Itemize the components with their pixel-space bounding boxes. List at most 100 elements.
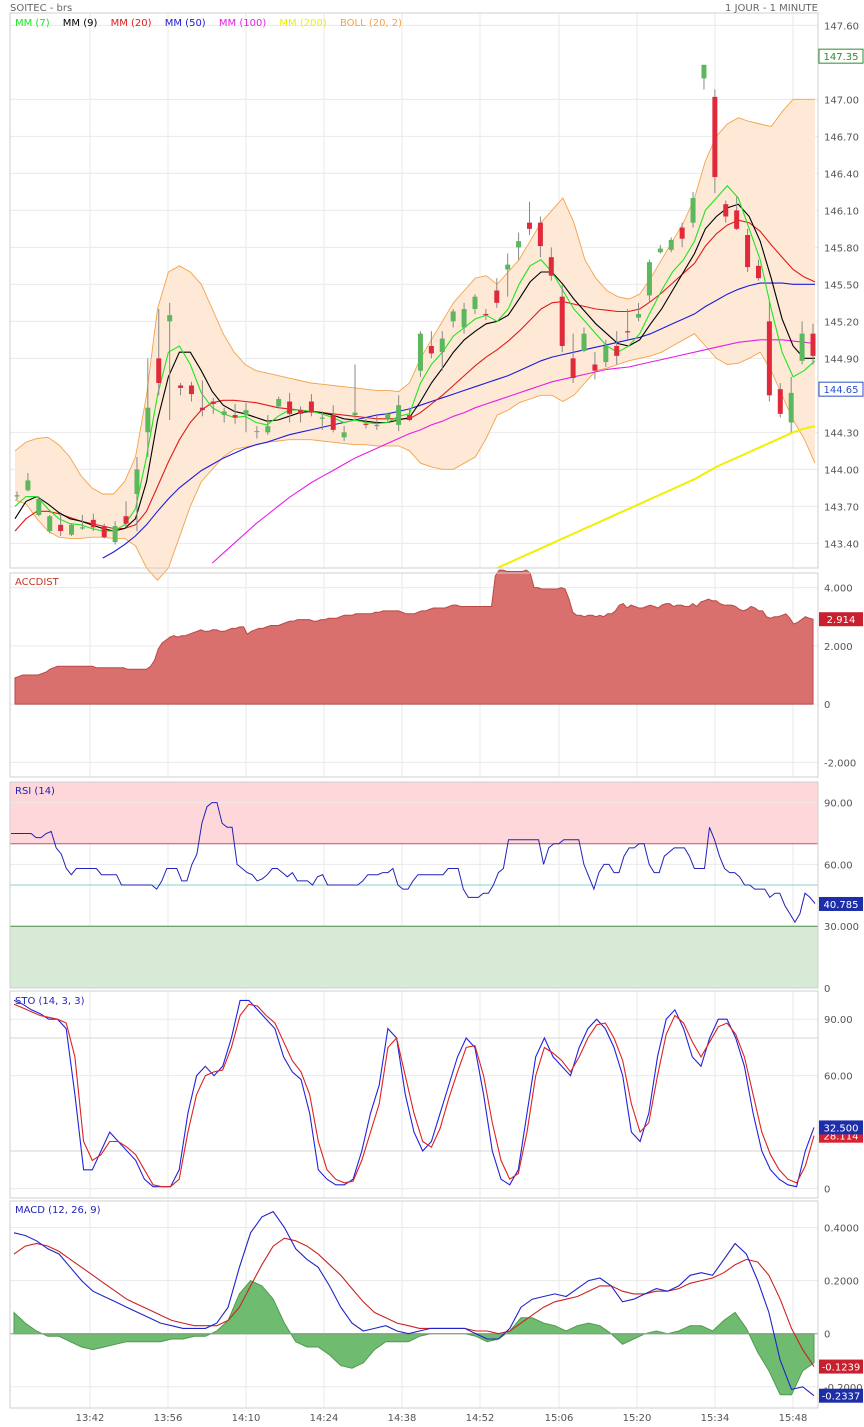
candle-body-24 <box>276 399 282 407</box>
price-axis-tick-label-10: 144.00 <box>824 465 859 476</box>
candle-body-58 <box>646 262 652 296</box>
legend-ma7[interactable]: MM (7) <box>15 18 50 29</box>
price-axis-tick-label-7: 145.20 <box>824 317 859 328</box>
symbol-title: SOITEC - brs <box>10 3 73 14</box>
candle-body-19 <box>221 411 227 416</box>
candle-body-51 <box>570 358 576 379</box>
price-label-1: 144.65 <box>824 385 859 396</box>
sto-axis-tick-label-1: 60.00 <box>824 1072 853 1083</box>
candle-body-0 <box>14 495 20 497</box>
candle-body-67 <box>745 235 751 268</box>
legend-boll[interactable]: BOLL (20, 2) <box>340 18 402 29</box>
rsi-overbought-zone <box>10 782 818 844</box>
candle-body-57 <box>636 313 642 318</box>
x-tick-label-4: 14:38 <box>388 1413 417 1424</box>
macd-histogram-area <box>13 1279 815 1396</box>
candle-body-6 <box>79 527 85 529</box>
accdist-title: ACCDIST <box>15 577 59 588</box>
candle-body-70 <box>777 389 783 414</box>
x-tick-label-2: 14:10 <box>232 1413 261 1424</box>
candle-body-16 <box>188 385 194 395</box>
stock-chart[interactable]: 147.60 147.00 146.70 146.40 146.10 145.80 145.… <box>0 0 864 1427</box>
candle-body-23 <box>265 426 271 433</box>
candle-body-68 <box>755 265 761 279</box>
rsi-last-label: 40.785 <box>824 900 859 911</box>
candle-body-45 <box>505 264 511 270</box>
candle-body-11 <box>134 469 140 494</box>
candle-body-66 <box>734 210 740 229</box>
price-label-0: 147.35 <box>824 52 859 63</box>
candle-body-9 <box>112 526 118 543</box>
price-legend: MM (7) MM (9) MM (20) MM (50) MM (100) M… <box>15 18 402 29</box>
ma200-line <box>496 425 816 569</box>
x-tick-label-6: 15:06 <box>545 1413 574 1424</box>
x-tick-label-9: 15:48 <box>779 1413 808 1424</box>
candle-body-44 <box>494 290 500 303</box>
macd-signal-line <box>13 1237 815 1367</box>
candle-body-53 <box>592 364 598 371</box>
candle-body-38 <box>428 346 434 354</box>
macd-line <box>13 1210 815 1397</box>
candle-body-63 <box>701 64 707 79</box>
candle-body-1 <box>25 480 31 491</box>
legend-ma100[interactable]: MM (100) <box>219 18 266 29</box>
candle-body-72 <box>799 333 805 361</box>
candle-body-47 <box>526 222 532 229</box>
candle-body-22 <box>254 431 260 433</box>
candle-body-18 <box>210 401 216 404</box>
macd-axis-tick-label-1: 0.2000 <box>824 1277 859 1288</box>
candle-body-54 <box>603 346 609 363</box>
candle-body-56 <box>625 331 631 333</box>
candle-body-25 <box>287 401 293 414</box>
candle-body-39 <box>439 338 445 353</box>
candle-body-13 <box>156 358 162 383</box>
candle-body-41 <box>461 309 467 328</box>
candle-body-40 <box>450 311 456 322</box>
legend-ma50[interactable]: MM (50) <box>165 18 206 29</box>
candle-body-64 <box>712 96 718 178</box>
macd-axis-tick-label-2: 0 <box>824 1330 830 1341</box>
rsi-axis-tick-label-2: 30.000 <box>824 922 859 933</box>
candle-body-29 <box>330 415 336 430</box>
candle-body-5 <box>69 524 75 535</box>
candle-body-55 <box>614 346 620 356</box>
candle-body-48 <box>537 222 543 247</box>
price-axis-tick-label-11: 143.70 <box>824 502 859 513</box>
macd-last-label-macd: -0.2337 <box>822 1392 861 1403</box>
price-axis-tick-label-4: 146.10 <box>824 206 859 217</box>
candle-body-62 <box>690 198 696 223</box>
rsi-title: RSI (14) <box>15 786 55 797</box>
candle-body-31 <box>352 412 358 416</box>
legend-ma9[interactable]: MM (9) <box>63 18 98 29</box>
legend-ma20[interactable]: MM (20) <box>111 18 152 29</box>
accdist-last-label: 2.914 <box>827 615 856 626</box>
price-axis-tick-label-0: 147.60 <box>824 21 859 32</box>
x-tick-label-3: 14:24 <box>310 1413 339 1424</box>
rsi-axis-tick-label-1: 60.00 <box>824 860 853 871</box>
candle-body-3 <box>47 516 53 531</box>
macd-axis-tick-label-0: 0.4000 <box>824 1224 859 1235</box>
candle-body-27 <box>308 401 314 413</box>
candle-body-21 <box>243 410 249 416</box>
macd-panel-frame <box>9 1200 819 1409</box>
candle-body-33 <box>374 424 380 427</box>
sto-last-label-k: 32.500 <box>824 1123 859 1134</box>
price-axis-tick-label-8: 144.90 <box>824 354 859 365</box>
macd-title: MACD (12, 26, 9) <box>15 1205 101 1216</box>
period-label: 1 JOUR - 1 MINUTE <box>725 3 818 14</box>
legend-ma200[interactable]: MM (200) <box>279 18 326 29</box>
candle-body-69 <box>766 321 772 396</box>
price-axis-tick-label-5: 145.80 <box>824 243 859 254</box>
candle-body-37 <box>417 333 423 371</box>
price-axis-tick-label-6: 145.50 <box>824 280 859 291</box>
price-axis-tick-label-9: 144.30 <box>824 428 859 439</box>
sto-axis-tick-label-2: 0 <box>824 1185 830 1196</box>
accdist-axis-tick-label-3: -2.000 <box>824 758 856 769</box>
candle-body-36 <box>407 415 413 420</box>
price-axis-tick-label-1: 147.00 <box>824 95 859 106</box>
candle-body-43 <box>483 313 489 316</box>
candle-body-46 <box>516 241 522 248</box>
candle-body-34 <box>385 413 391 419</box>
price-axis-tick-label-12: 143.40 <box>824 539 859 550</box>
price-axis-tick-label-2: 146.70 <box>824 132 859 143</box>
